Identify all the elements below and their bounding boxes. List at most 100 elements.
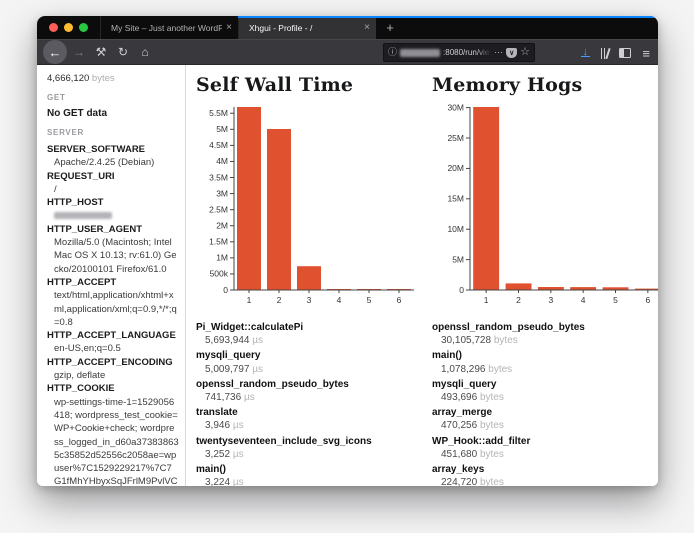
- function-value: 493,696 bytes: [432, 391, 658, 404]
- url-bar[interactable]: ⓘ :8080/run/view?id=5b238d84421aa9004b68…: [383, 43, 535, 62]
- server-var-key: HTTP_USER_AGENT: [47, 223, 179, 236]
- server-var: HTTP_ACCEPT text/html,application/xhtml+…: [47, 276, 179, 329]
- bookmark-star-icon[interactable]: ☆: [520, 47, 530, 58]
- x-tick-label: 1: [247, 295, 252, 305]
- bar: [267, 129, 291, 290]
- memory-usage: 4,666,120 bytes: [47, 73, 179, 84]
- reload-button[interactable]: ↻: [112, 41, 134, 63]
- function-value: 30,105,728 bytes: [432, 334, 658, 347]
- new-tab-button[interactable]: +: [376, 16, 404, 39]
- bar: [297, 266, 321, 290]
- y-tick-label: 3M: [216, 188, 228, 198]
- y-tick-label: 2M: [216, 221, 228, 231]
- redacted-host-value: [54, 212, 112, 219]
- function-name: twentyseventeen_include_svg_icons: [196, 435, 418, 448]
- function-value-unit: bytes: [480, 477, 504, 486]
- page-actions-icon[interactable]: ⋯: [494, 48, 503, 57]
- close-window-button[interactable]: [49, 23, 58, 32]
- function-value-unit: µs: [233, 420, 244, 431]
- tools-button[interactable]: ⚒: [90, 41, 112, 63]
- forward-icon: →: [73, 46, 85, 58]
- active-tab-indicator: [238, 16, 658, 18]
- bar: [237, 107, 261, 290]
- zoom-window-button[interactable]: [79, 23, 88, 32]
- server-var-key: SERVER_SOFTWARE: [47, 143, 179, 156]
- back-icon: ←: [49, 46, 62, 59]
- y-tick-label: 5.5M: [209, 108, 228, 118]
- tab-title: My Site – Just another WordPress s: [111, 23, 222, 33]
- function-value: 470,256 bytes: [432, 419, 658, 432]
- y-tick-label: 1M: [216, 253, 228, 263]
- function-value-unit: bytes: [488, 364, 512, 375]
- x-tick-label: 3: [307, 295, 312, 305]
- get-section-header: GET: [47, 93, 179, 102]
- function-value-unit: µs: [252, 335, 263, 346]
- site-info-icon[interactable]: ⓘ: [388, 48, 397, 57]
- function-name: main(): [196, 463, 418, 476]
- home-icon: ⌂: [141, 46, 148, 58]
- function-value-unit: bytes: [480, 420, 504, 431]
- server-var: HTTP_ACCEPT_ENCODING gzip, deflate: [47, 356, 179, 383]
- y-tick-label: 4.5M: [209, 140, 228, 150]
- server-var: REQUEST_URI /: [47, 170, 179, 197]
- function-name: WP_Hook::add_filter: [432, 435, 658, 448]
- charts-area: Self Wall Time 0500k1M1.5M2M2.5M3M3.5M4M…: [186, 65, 658, 486]
- server-var-value: text/html,application/xhtml+xml,applicat…: [47, 289, 179, 329]
- y-tick-label: 0: [223, 285, 228, 295]
- server-var: HTTP_HOST: [47, 196, 179, 223]
- function-value-unit: bytes: [494, 335, 518, 346]
- pocket-icon[interactable]: ∨: [506, 48, 517, 58]
- reload-icon: ↻: [118, 46, 128, 58]
- tab-xhgui-profile[interactable]: Xhgui - Profile - / ×: [238, 16, 376, 39]
- home-button[interactable]: ⌂: [134, 41, 156, 63]
- server-var: HTTP_ACCEPT_LANGUAGE en-US,en;q=0.5: [47, 329, 179, 356]
- tab-my-site[interactable]: My Site – Just another WordPress s ×: [100, 16, 238, 39]
- downloads-button[interactable]: ↓: [581, 49, 590, 58]
- function-name: Pi_Widget::calculatePi: [196, 321, 418, 334]
- function-value-unit: µs: [244, 392, 255, 403]
- x-tick-label: 5: [613, 295, 618, 305]
- server-var: SERVER_SOFTWARE Apache/2.4.25 (Debian): [47, 143, 179, 170]
- function-value-unit: bytes: [480, 392, 504, 403]
- server-section-header: SERVER: [47, 128, 179, 137]
- redacted-url-host: [400, 49, 440, 57]
- library-icon[interactable]: [601, 48, 609, 59]
- function-value-unit: bytes: [480, 449, 504, 460]
- x-tick-label: 4: [581, 295, 586, 305]
- server-var-key: HTTP_HOST: [47, 196, 179, 209]
- y-tick-label: 3.5M: [209, 172, 228, 182]
- window-controls: [37, 16, 100, 39]
- minimize-window-button[interactable]: [64, 23, 73, 32]
- y-tick-label: 4M: [216, 156, 228, 166]
- function-value: 224,720 bytes: [432, 476, 658, 486]
- url-text: :8080/run/view?id=5b238d84421aa9004b680a: [443, 48, 491, 57]
- memory-hogs-section: Memory Hogs 05M10M15M20M25M30M123456 ope…: [432, 74, 658, 486]
- y-tick-label: 10M: [447, 224, 464, 234]
- x-tick-label: 3: [548, 295, 553, 305]
- x-tick-label: 4: [337, 295, 342, 305]
- get-empty-label: No GET data: [47, 108, 179, 119]
- close-tab-icon[interactable]: ×: [364, 23, 370, 33]
- memory-value: 4,666,120: [47, 73, 89, 84]
- close-tab-icon[interactable]: ×: [226, 23, 232, 33]
- download-icon: ↓: [583, 49, 589, 56]
- forward-button[interactable]: →: [68, 41, 90, 63]
- y-tick-label: 2.5M: [209, 204, 228, 214]
- server-var-value: wp-settings-time-1=1529056418; wordpress…: [47, 396, 179, 486]
- self-wall-time-chart: 0 500k 1M 1.5M 2M 2.5M 3M 3.5M 4M 4.5M 5M 5.5M 1 2 3 4 5…: [196, 104, 418, 310]
- back-button[interactable]: ←: [43, 40, 67, 64]
- y-tick-label: 5M: [216, 124, 228, 134]
- chart-title: Memory Hogs: [432, 74, 658, 96]
- y-tick-label: 500k: [210, 269, 229, 279]
- menu-icon[interactable]: ≡: [642, 46, 650, 61]
- memory-hogs-list: openssl_random_pseudo_bytes30,105,728 by…: [432, 321, 658, 486]
- x-tick-label: 2: [277, 295, 282, 305]
- y-tick-label: 1.5M: [209, 237, 228, 247]
- x-tick-label: 5: [367, 295, 372, 305]
- y-tick-label: 25M: [447, 133, 464, 143]
- tab-title: Xhgui - Profile - /: [249, 23, 360, 33]
- server-var-key: HTTP_ACCEPT: [47, 276, 179, 289]
- browser-window: My Site – Just another WordPress s × Xhg…: [37, 16, 658, 486]
- function-value: 5,693,944 µs: [196, 334, 418, 347]
- sidebar-toggle-icon[interactable]: [619, 48, 631, 58]
